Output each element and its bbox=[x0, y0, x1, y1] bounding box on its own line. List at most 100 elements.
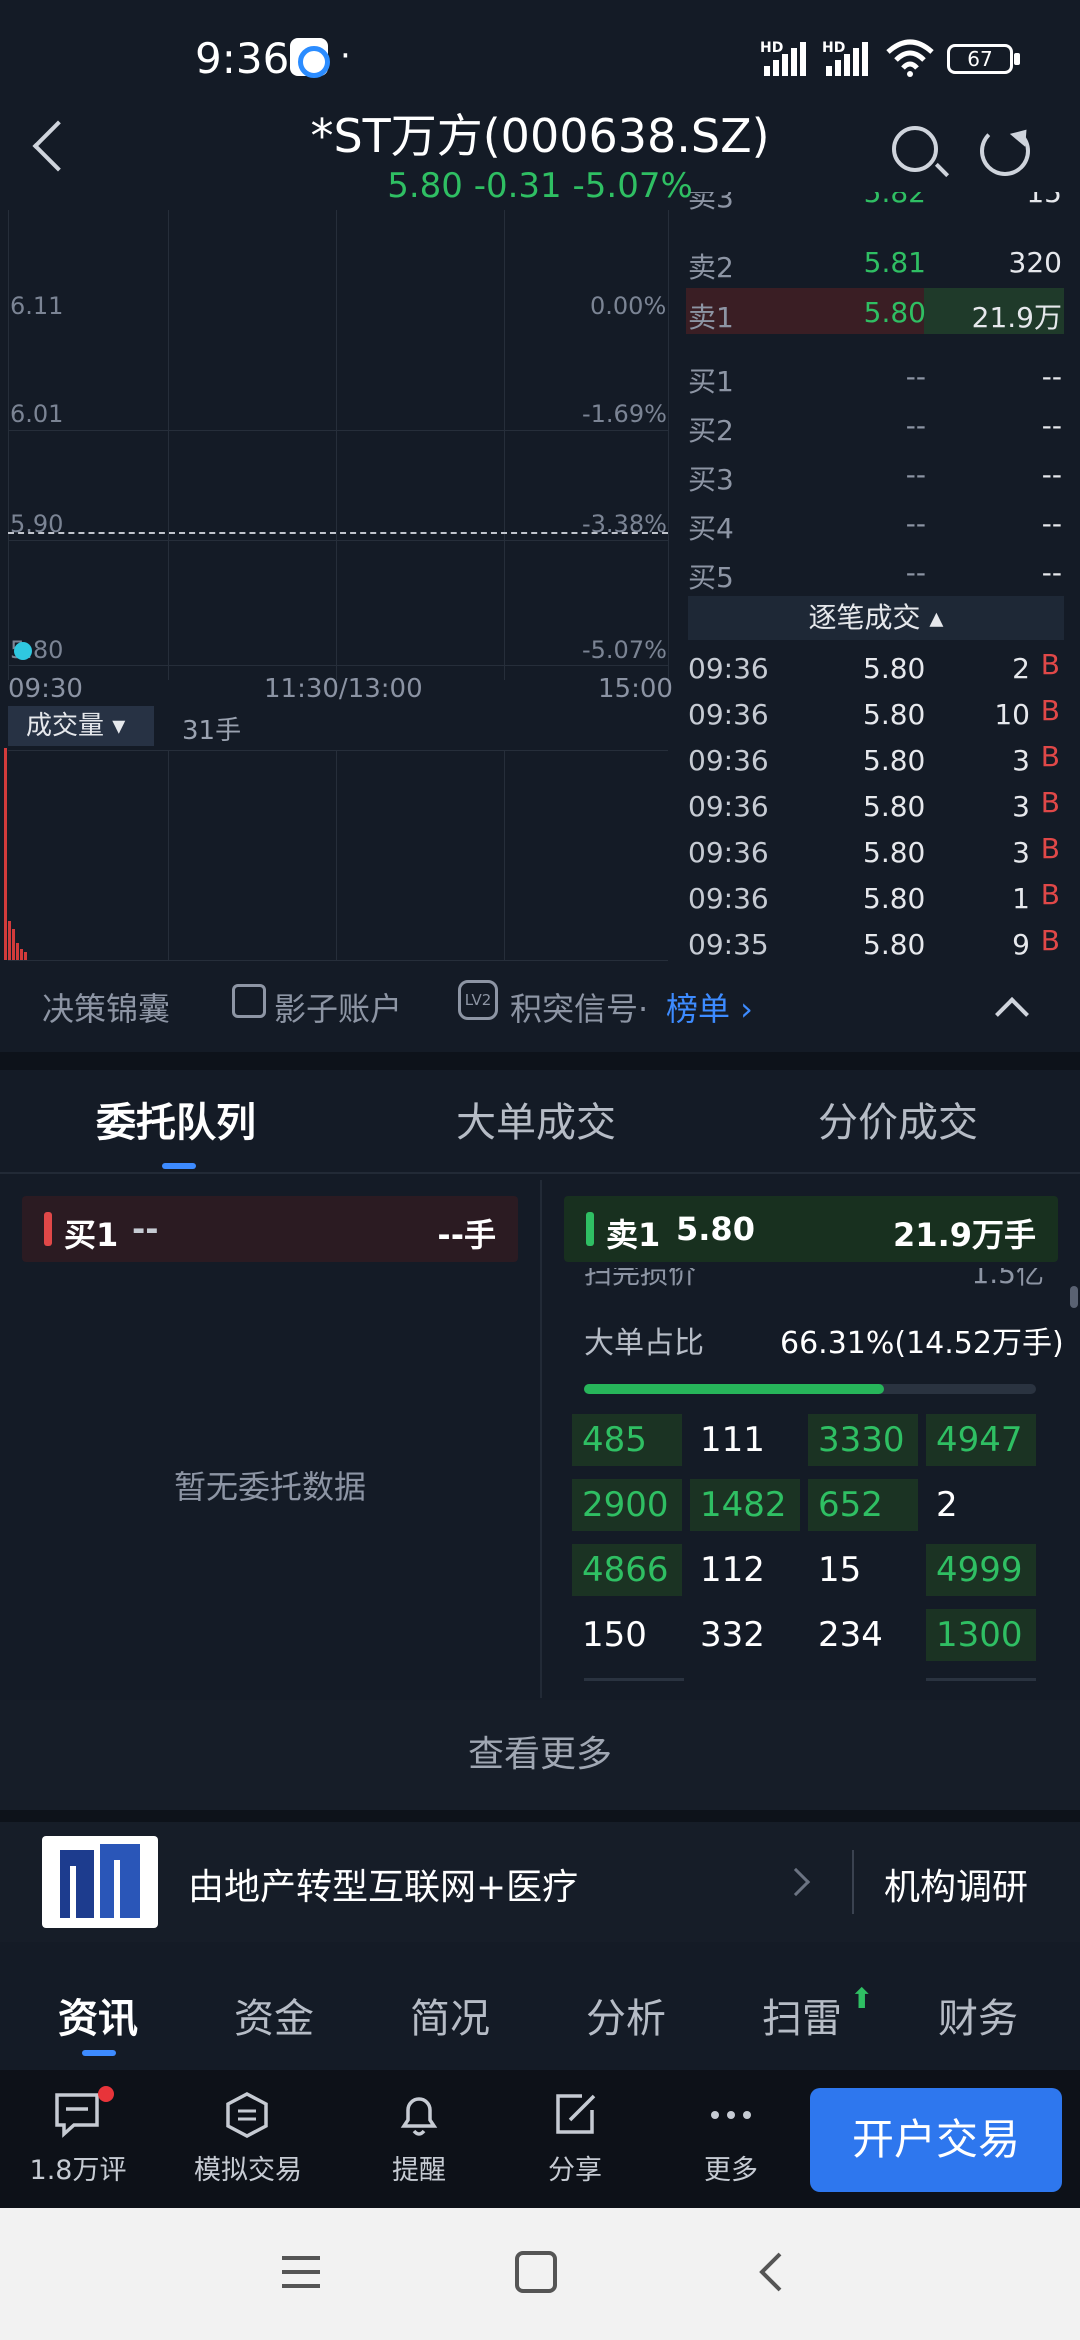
status-dot: · bbox=[340, 36, 351, 76]
price-label: 6.11 bbox=[10, 292, 64, 320]
large-order-cell: 1482 bbox=[690, 1479, 800, 1531]
institution-research-link[interactable]: 机构调研 bbox=[884, 1858, 1028, 1910]
volume-bar bbox=[16, 943, 19, 960]
search-icon[interactable] bbox=[892, 126, 938, 172]
tab-large-trades[interactable]: 大单成交 bbox=[456, 1090, 616, 1148]
large-order-cell: 332 bbox=[700, 1615, 765, 1655]
large-order-cell: 111 bbox=[700, 1420, 765, 1460]
menu-icon[interactable] bbox=[280, 2252, 322, 2292]
app-notification-icon bbox=[290, 38, 330, 78]
large-order-ratio-bar bbox=[584, 1384, 1036, 1394]
large-order-cell: 4999 bbox=[926, 1544, 1036, 1596]
lv2-icon: LV2 bbox=[458, 980, 498, 1020]
current-price-dot bbox=[14, 642, 32, 660]
order-book-row: 卖2 5.81 320 bbox=[688, 238, 1068, 284]
empty-queue-text: 暂无委托数据 bbox=[173, 1468, 366, 1506]
volume-indicator-toggle[interactable]: 成交量 ▾ bbox=[8, 706, 154, 746]
pct-label: -3.38% bbox=[582, 510, 667, 538]
ask-price: 5.81 bbox=[863, 246, 926, 279]
bid1-queue-header: 买1 -- --手 bbox=[22, 1196, 518, 1262]
share-label[interactable]: 分享 bbox=[536, 2148, 614, 2187]
tab-order-queue[interactable]: 委托队列 bbox=[96, 1090, 256, 1148]
tab-funds[interactable]: 资金 bbox=[234, 1986, 314, 2044]
volume-bars bbox=[4, 748, 44, 960]
open-account-trade-button[interactable]: 开户交易 bbox=[810, 2088, 1062, 2192]
tab-profile[interactable]: 简况 bbox=[410, 1986, 490, 2044]
order-book-row: 买3 -- -- bbox=[688, 458, 1062, 496]
order-book-row: 买2 -- -- bbox=[688, 409, 1062, 447]
info-tabs bbox=[0, 1960, 1080, 2070]
signal-label[interactable]: 积突信号· bbox=[510, 984, 648, 1030]
ask1-queue-header: 卖1 5.80 21.9万手 bbox=[564, 1196, 1058, 1262]
clipped-row-edge bbox=[584, 1678, 1036, 1682]
time-label: 09:30 bbox=[8, 674, 83, 704]
decision-kit-link[interactable]: 决策锦囊 bbox=[42, 984, 170, 1030]
comment-icon[interactable] bbox=[54, 2092, 100, 2138]
back-nav-icon[interactable] bbox=[756, 2250, 786, 2294]
simulated-trade-label[interactable]: 模拟交易 bbox=[186, 2148, 310, 2187]
clipped-row: 扫完损价 1.5亿 bbox=[584, 1268, 1044, 1290]
ask-price: 5.80 bbox=[863, 296, 926, 329]
banner-divider bbox=[852, 1850, 854, 1914]
time-label: 11:30/13:00 bbox=[264, 674, 423, 704]
simulated-trade-icon[interactable] bbox=[224, 2092, 270, 2138]
order-book-row: 买1 -- -- bbox=[688, 360, 1062, 398]
tick-row: 09:36 5.80 3 B bbox=[688, 832, 1060, 869]
scrollbar[interactable] bbox=[1070, 1286, 1078, 1308]
queue-divider bbox=[540, 1180, 542, 1698]
large-order-ratio-label: 大单占比 bbox=[584, 1326, 704, 1361]
tab-financials[interactable]: 财务 bbox=[938, 1986, 1018, 2044]
view-more-button[interactable]: 查看更多 bbox=[0, 1700, 1080, 1810]
remind-label[interactable]: 提醒 bbox=[380, 2148, 458, 2187]
tick-trades-header[interactable]: 逐笔成交 ▴ bbox=[688, 596, 1064, 640]
order-book-row: 买4 -- -- bbox=[688, 507, 1062, 545]
bell-icon[interactable] bbox=[396, 2092, 442, 2138]
up-arrow-icon: ⬆ bbox=[850, 1982, 874, 2015]
tab-news[interactable]: 资讯 bbox=[58, 1986, 138, 2044]
price-label: 6.01 bbox=[10, 400, 64, 428]
tick-row: 09:35 5.80 9 B bbox=[688, 924, 1060, 961]
pct-label: -1.69% bbox=[582, 400, 667, 428]
volume-bar bbox=[12, 929, 15, 960]
section-separator bbox=[0, 1052, 1080, 1070]
divider bbox=[0, 1172, 1080, 1174]
large-order-cell: 1300 bbox=[926, 1609, 1036, 1661]
large-order-cell: 3330 bbox=[808, 1414, 918, 1466]
refresh-icon[interactable] bbox=[980, 126, 1030, 176]
tab-analysis[interactable]: 分析 bbox=[586, 1986, 666, 2044]
tick-row: 09:36 5.80 3 B bbox=[688, 786, 1060, 823]
chart-icon bbox=[232, 984, 266, 1018]
tick-row: 09:36 5.80 2 B bbox=[688, 648, 1060, 685]
tab-price-distribution[interactable]: 分价成交 bbox=[818, 1090, 978, 1148]
active-tab-indicator bbox=[82, 2050, 116, 2056]
volume-bar bbox=[8, 921, 11, 960]
battery-icon: 67 bbox=[947, 44, 1013, 74]
ask-volume: 320 bbox=[1008, 246, 1062, 279]
intraday-chart[interactable] bbox=[0, 210, 675, 970]
tick-row: 09:36 5.80 1 B bbox=[688, 878, 1060, 915]
order-book-row: 买5 -- -- bbox=[688, 556, 1062, 594]
more-label[interactable]: 更多 bbox=[692, 2148, 770, 2187]
large-order-cell: 234 bbox=[818, 1615, 883, 1655]
ranking-link[interactable]: 榜单 › bbox=[666, 984, 753, 1030]
large-order-ratio-value: 66.31%(14.52万手) bbox=[780, 1326, 1064, 1361]
large-order-cell: 652 bbox=[808, 1479, 918, 1531]
banner-text: 由地产转型互联网+医疗 bbox=[188, 1867, 579, 1908]
share-icon[interactable] bbox=[552, 2092, 598, 2138]
section-separator bbox=[0, 1810, 1080, 1822]
order-book-row: 卖1 5.80 21.9万 bbox=[688, 288, 1068, 334]
notification-dot bbox=[98, 2086, 114, 2102]
company-logo bbox=[42, 1836, 158, 1928]
tick-row: 09:36 5.80 10 B bbox=[688, 694, 1060, 731]
price-label: 5.90 bbox=[10, 510, 64, 538]
wifi-icon bbox=[886, 39, 934, 77]
collapse-chevron-icon[interactable] bbox=[995, 997, 1029, 1031]
more-icon[interactable] bbox=[708, 2092, 754, 2138]
shadow-account-link[interactable]: 影子账户 bbox=[274, 984, 402, 1030]
home-icon[interactable] bbox=[514, 2250, 558, 2294]
large-order-cell: 4866 bbox=[572, 1544, 682, 1596]
tab-risk-scan[interactable]: 扫雷 bbox=[762, 1986, 842, 2044]
comments-label[interactable]: 1.8万评 bbox=[20, 2148, 136, 2187]
large-order-cell: 4947 bbox=[926, 1414, 1036, 1466]
time-label: 15:00 bbox=[598, 674, 673, 704]
